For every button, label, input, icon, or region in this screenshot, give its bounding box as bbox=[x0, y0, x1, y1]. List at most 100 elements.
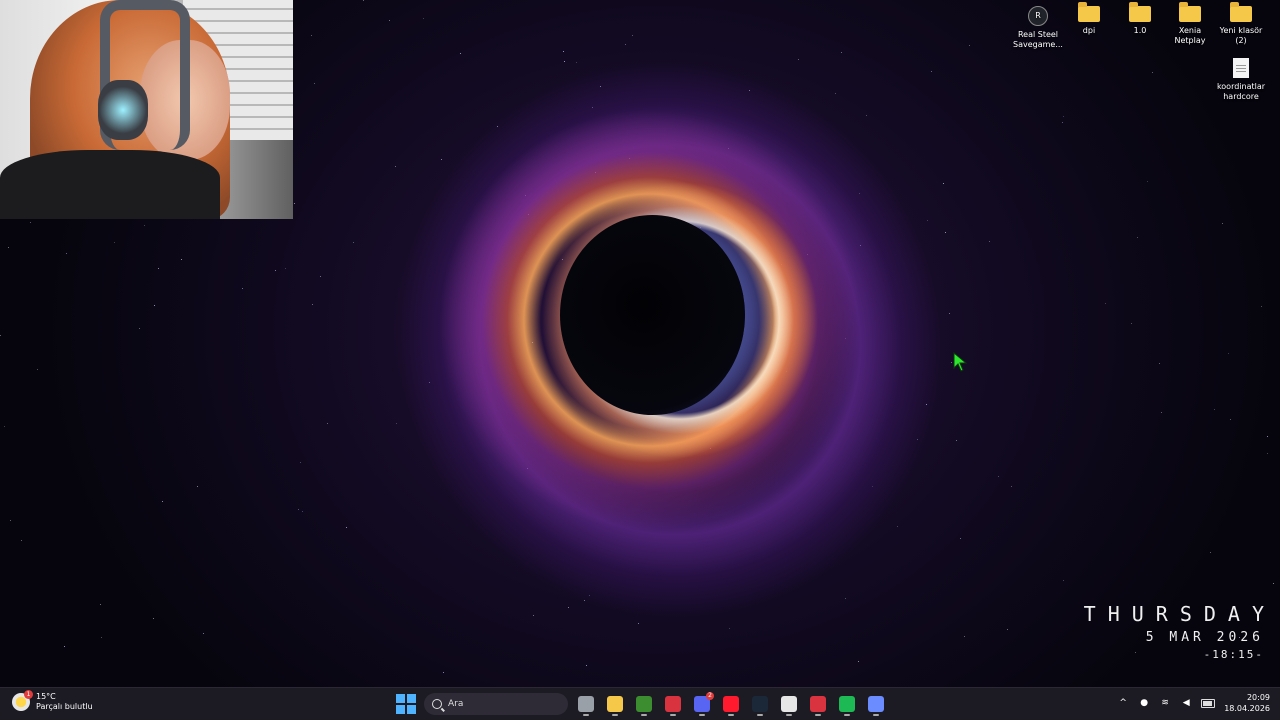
file-explorer-icon bbox=[607, 696, 623, 712]
desktop-icon-label: Real Steel Savegame... bbox=[1013, 30, 1063, 49]
widget-day: THURSDAY bbox=[1083, 602, 1276, 626]
webcam-overlay bbox=[0, 0, 293, 219]
taskbar-app-task-view[interactable] bbox=[574, 692, 598, 716]
star bbox=[10, 520, 11, 521]
star bbox=[300, 462, 301, 463]
star bbox=[798, 59, 799, 60]
star bbox=[197, 486, 198, 487]
star bbox=[632, 35, 633, 36]
desktop-icon-yeni-klasor[interactable]: Yeni klasör (2) bbox=[1215, 2, 1267, 46]
desktop-icon-real-steel[interactable]: R Real Steel Savegame... bbox=[1012, 6, 1064, 50]
star bbox=[30, 222, 31, 223]
folder-icon bbox=[1179, 2, 1201, 22]
weather-widget[interactable]: 1 15°C Parçalı bulutlu bbox=[12, 690, 93, 712]
star bbox=[285, 268, 286, 269]
taskbar-app-opera[interactable] bbox=[719, 692, 743, 716]
desktop-icon-label: Xenia Netplay bbox=[1174, 26, 1206, 45]
star bbox=[389, 20, 390, 21]
star bbox=[363, 0, 364, 1]
start-button[interactable] bbox=[394, 692, 418, 716]
running-indicator bbox=[873, 714, 879, 716]
search-box[interactable]: Ara bbox=[424, 693, 568, 715]
taskbar-app-app-settings[interactable] bbox=[864, 692, 888, 716]
taskbar-app-spotify[interactable] bbox=[835, 692, 859, 716]
star bbox=[100, 604, 101, 605]
app-icon: R bbox=[1028, 6, 1048, 26]
desktop-icon-1-0[interactable]: 1.0 bbox=[1114, 2, 1166, 36]
desktop-icon-label: Yeni klasör (2) bbox=[1219, 26, 1263, 45]
running-indicator bbox=[641, 714, 647, 716]
desktop-icon-dpi[interactable]: dpi bbox=[1063, 2, 1115, 36]
star bbox=[423, 18, 424, 19]
streamer-shirt bbox=[0, 150, 220, 219]
taskbar-center: Ara 2 bbox=[394, 691, 888, 717]
star bbox=[858, 661, 859, 662]
folder-icon bbox=[1129, 2, 1151, 22]
desktop-icon-xenia-netplay[interactable]: Xenia Netplay bbox=[1164, 2, 1216, 46]
taskbar: 1 15°C Parçalı bulutlu Ara 2 ^ ● ≋ ◀ 20:… bbox=[0, 687, 1280, 720]
desktop-icon-koordinatlar[interactable]: koordinatlar hardcore bbox=[1215, 58, 1267, 102]
star bbox=[1159, 363, 1160, 364]
widget-time: -18:15- bbox=[1203, 648, 1264, 661]
star bbox=[951, 362, 952, 363]
star bbox=[1011, 486, 1012, 487]
clock-time: 20:09 bbox=[1246, 693, 1270, 702]
github-icon bbox=[781, 696, 797, 712]
star bbox=[563, 51, 564, 52]
star bbox=[1214, 409, 1215, 410]
star bbox=[1261, 306, 1262, 307]
widget-date: 5 MAR 2026 bbox=[1145, 630, 1264, 645]
task-view-icon bbox=[578, 696, 594, 712]
star bbox=[396, 423, 397, 424]
microphone-icon[interactable]: ● bbox=[1138, 697, 1150, 709]
star bbox=[37, 369, 38, 370]
taskbar-clock[interactable]: 20:09 18.04.2026 bbox=[1224, 692, 1270, 714]
chevron-up-icon[interactable]: ^ bbox=[1117, 697, 1129, 709]
star bbox=[302, 511, 303, 512]
star bbox=[1147, 181, 1148, 182]
star bbox=[101, 637, 102, 638]
star bbox=[242, 288, 243, 289]
star bbox=[568, 607, 569, 608]
search-icon bbox=[432, 699, 442, 709]
star bbox=[1152, 72, 1153, 73]
app-red-1-icon bbox=[665, 696, 681, 712]
desktop-icon-label: dpi bbox=[1082, 26, 1096, 35]
taskbar-app-file-explorer[interactable] bbox=[603, 692, 627, 716]
taskbar-app-app-red-1[interactable] bbox=[661, 692, 685, 716]
star bbox=[144, 225, 145, 226]
volume-icon[interactable]: ◀ bbox=[1180, 697, 1192, 709]
star bbox=[1063, 580, 1064, 581]
headset-earcup bbox=[98, 80, 148, 140]
mouse-cursor-icon bbox=[953, 352, 968, 372]
taskbar-app-steam[interactable] bbox=[748, 692, 772, 716]
star bbox=[866, 115, 867, 116]
star bbox=[441, 159, 442, 160]
star bbox=[114, 242, 115, 243]
star bbox=[312, 304, 313, 305]
star bbox=[66, 253, 67, 254]
running-indicator bbox=[844, 714, 850, 716]
folder-icon bbox=[1078, 2, 1100, 22]
star bbox=[460, 53, 461, 54]
star bbox=[533, 615, 534, 616]
taskbar-app-github[interactable] bbox=[777, 692, 801, 716]
star bbox=[327, 423, 328, 424]
search-placeholder: Ara bbox=[448, 699, 464, 709]
star bbox=[21, 540, 22, 541]
star bbox=[729, 628, 730, 629]
running-indicator bbox=[815, 714, 821, 716]
star bbox=[625, 44, 626, 45]
star bbox=[1007, 629, 1008, 630]
taskbar-app-app-red-2[interactable] bbox=[806, 692, 830, 716]
star bbox=[154, 305, 155, 306]
star bbox=[945, 232, 946, 233]
taskbar-app-discord[interactable]: 2 bbox=[690, 692, 714, 716]
star bbox=[294, 203, 295, 204]
wifi-icon[interactable]: ≋ bbox=[1159, 697, 1171, 709]
star bbox=[443, 672, 444, 673]
battery-icon[interactable] bbox=[1201, 698, 1216, 708]
star bbox=[203, 633, 204, 634]
taskbar-app-minecraft[interactable] bbox=[632, 692, 656, 716]
spotify-icon bbox=[839, 696, 855, 712]
